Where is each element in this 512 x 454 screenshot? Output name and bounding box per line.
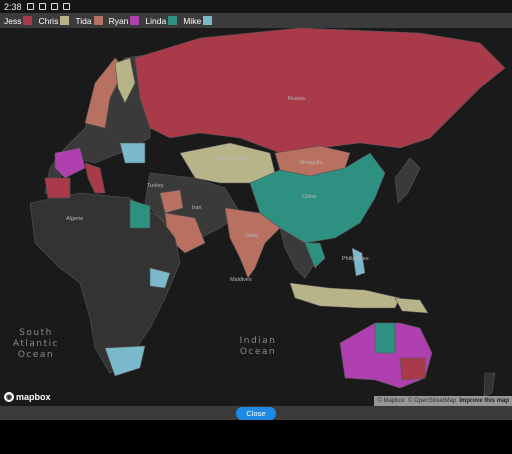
legend-item: Chris	[38, 15, 70, 26]
legend-item: Tida	[75, 15, 103, 26]
label-russia: Russia	[288, 96, 305, 102]
legend-swatch	[203, 16, 213, 25]
mapbox-logo[interactable]: ◉ mapbox	[4, 392, 51, 402]
label-india: India	[246, 233, 258, 239]
legend-label: Tida	[75, 15, 92, 26]
improve-map-link[interactable]: Improve this map	[459, 398, 509, 404]
legend-item: Mike	[183, 15, 213, 26]
legend-label: Ryan	[108, 15, 129, 26]
label-kazakhstan: Kazakhstan	[218, 156, 247, 162]
legend-label: Jess	[4, 15, 22, 26]
attribution-osm[interactable]: © OpenStreetMap	[408, 398, 456, 404]
legend-label: Linda	[145, 15, 167, 26]
mapbox-wordmark: mapbox	[16, 392, 51, 402]
navigation-bar	[0, 420, 512, 454]
ocean-label-indian: Indian Ocean	[228, 336, 288, 358]
region-kazakhstan[interactable]	[179, 142, 276, 184]
region-poland[interactable]	[119, 142, 146, 164]
label-mongolia: Mongolia	[300, 160, 323, 166]
legend-swatch	[168, 16, 178, 25]
ocean-label-south-atlantic: South Atlantic Ocean	[6, 328, 66, 361]
legend-swatch	[23, 16, 33, 25]
legend-swatch	[130, 16, 140, 25]
label-china: China	[302, 194, 317, 200]
label-algeria: Algeria	[66, 216, 84, 222]
bottom-bar: Close	[0, 406, 512, 420]
label-iran: Iran	[192, 205, 202, 211]
region-philippines[interactable]	[351, 247, 366, 277]
ocean-label-text: Indian Ocean	[239, 336, 277, 357]
legend-label: Chris	[38, 15, 59, 26]
legend-swatch	[93, 16, 103, 25]
label-maldives: Maldives	[230, 277, 252, 283]
label-philippines: Philippines	[342, 256, 369, 262]
map-attribution: © Mapbox © OpenStreetMap Improve this ma…	[374, 396, 512, 406]
legend-item: Ryan	[109, 16, 140, 26]
region-australia-nt[interactable]	[374, 322, 396, 354]
region-russia[interactable]	[134, 28, 506, 154]
region-japan[interactable]	[394, 157, 421, 204]
attribution-mapbox[interactable]: © Mapbox	[377, 398, 404, 404]
region-indonesia[interactable]	[289, 282, 401, 309]
region-italy[interactable]	[84, 162, 106, 194]
notification-icon	[26, 3, 34, 10]
legend-item: Jess	[4, 15, 33, 26]
mapbox-icon: ◉	[4, 392, 14, 402]
app-root: 2:38 Jess Chris Tida Ryan Linda Mike Sou…	[0, 0, 512, 454]
legend-label: Mike	[183, 15, 202, 26]
legend-item: Linda	[145, 15, 178, 26]
region-new-guinea[interactable]	[394, 297, 429, 314]
ocean-label-text: South Atlantic Ocean	[12, 328, 60, 360]
sim-icon	[50, 3, 58, 10]
status-time: 2:38	[4, 1, 22, 12]
close-button[interactable]: Close	[236, 406, 276, 420]
region-spain[interactable]	[44, 177, 71, 199]
world-map[interactable]: South Atlantic Ocean Indian Ocean Russia…	[0, 28, 512, 406]
clipboard-icon	[62, 3, 70, 10]
status-bar: 2:38	[0, 0, 512, 13]
region-australia-se[interactable]	[399, 357, 426, 381]
label-turkey: Turkey	[147, 183, 164, 189]
legend-bar: Jess Chris Tida Ryan Linda Mike	[0, 13, 512, 28]
mail-icon	[38, 3, 46, 10]
legend-swatch	[60, 16, 70, 25]
region-new-zealand[interactable]	[483, 372, 496, 397]
